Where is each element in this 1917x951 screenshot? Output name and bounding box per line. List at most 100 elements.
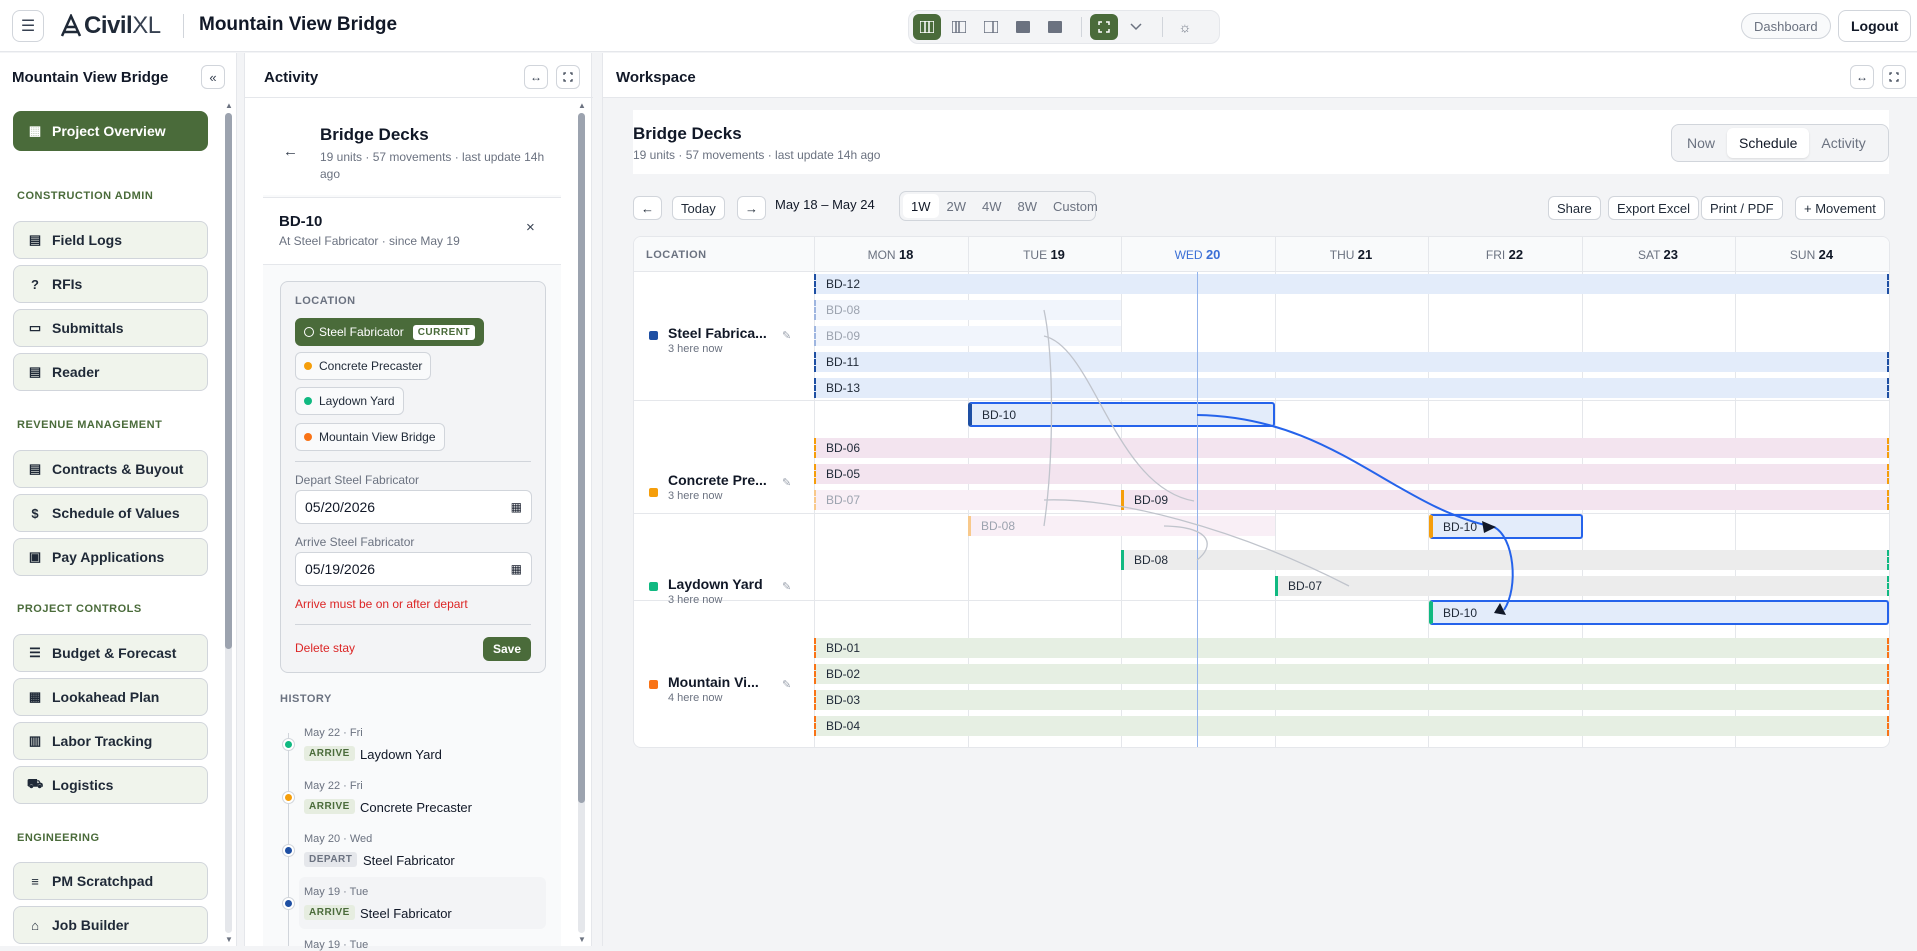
- sidebar-item-schedule-of-values[interactable]: $ Schedule of Values: [13, 494, 208, 532]
- columns-icon: [920, 21, 934, 33]
- arrive-date-input[interactable]: 05/19/2026 ▦: [295, 552, 532, 586]
- scroll-down-icon[interactable]: ▼: [578, 935, 586, 944]
- resize-horizontal-icon: ↔: [1856, 70, 1868, 84]
- chip-label: Concrete Precaster: [319, 359, 423, 373]
- theme-toggle-button[interactable]: ☼: [1171, 14, 1199, 40]
- sidebar-item-rfis[interactable]: ? RFIs: [13, 265, 208, 303]
- location-chip-mountain-view-bridge[interactable]: Mountain View Bridge: [295, 423, 445, 451]
- sidebar-item-field-logs[interactable]: ▤ Field Logs: [13, 221, 208, 259]
- section-project-controls: PROJECT CONTROLS: [17, 603, 142, 615]
- clipboard-icon: ▤: [28, 232, 42, 247]
- share-button[interactable]: Share: [1548, 196, 1601, 220]
- location-chip-laydown-yard[interactable]: Laydown Yard: [295, 387, 404, 415]
- sidebar-item-label: Field Logs: [52, 232, 122, 248]
- scroll-down-icon[interactable]: ▼: [225, 935, 233, 944]
- activity-scrollbar[interactable]: ▲ ▼: [577, 101, 586, 946]
- logout-button[interactable]: Logout: [1838, 10, 1912, 42]
- sidebar-item-label: Schedule of Values: [52, 505, 180, 521]
- range-custom-button[interactable]: Custom: [1045, 194, 1106, 218]
- today-button[interactable]: Today: [672, 196, 725, 220]
- save-button[interactable]: Save: [483, 637, 531, 661]
- layout-two-pane-button[interactable]: [945, 14, 973, 40]
- section-revenue-management: REVENUE MANAGEMENT: [17, 419, 163, 431]
- calendar-icon[interactable]: ▦: [511, 500, 522, 514]
- history-item-selected[interactable]: [299, 877, 546, 929]
- activity-expand-button[interactable]: [556, 65, 580, 89]
- close-icon[interactable]: ×: [526, 219, 535, 236]
- workspace-title: Workspace: [616, 69, 696, 86]
- scroll-up-icon[interactable]: ▲: [225, 101, 233, 110]
- view-schedule-tab[interactable]: Schedule: [1727, 128, 1810, 158]
- brand-suffix: XL: [132, 12, 161, 39]
- back-arrow-icon[interactable]: ←: [283, 143, 298, 160]
- sidebar-item-pay-applications[interactable]: ▣ Pay Applications: [13, 538, 208, 576]
- menu-icon: ☰: [20, 18, 36, 35]
- document-icon: ▤: [28, 364, 42, 379]
- scroll-thumb[interactable]: [225, 113, 232, 649]
- sidebar-item-logistics[interactable]: ⛟ Logistics: [13, 766, 208, 804]
- radio-icon: [304, 327, 314, 337]
- arrow-left-icon: ←: [641, 200, 654, 216]
- add-movement-button[interactable]: + Movement: [1795, 196, 1885, 220]
- next-range-button[interactable]: →: [737, 196, 766, 220]
- arrive-label: Arrive Steel Fabricator: [295, 535, 415, 549]
- hamburger-menu-button[interactable]: ☰: [12, 10, 44, 42]
- calendar-icon[interactable]: ▦: [511, 562, 522, 576]
- layout-split-button[interactable]: [977, 14, 1005, 40]
- scroll-thumb[interactable]: [578, 113, 585, 803]
- fullscreen-button[interactable]: [1090, 14, 1118, 40]
- sidebar-item-submittals[interactable]: ▭ Submittals: [13, 309, 208, 347]
- history-label: HISTORY: [280, 693, 332, 705]
- layout-single-button[interactable]: [1009, 14, 1037, 40]
- scroll-up-icon[interactable]: ▲: [578, 101, 586, 110]
- sun-icon: ☼: [1178, 19, 1192, 35]
- view-now-tab[interactable]: Now: [1675, 128, 1727, 158]
- history-timeline-line: [288, 733, 289, 946]
- prev-range-button[interactable]: ←: [633, 196, 662, 220]
- print-pdf-button[interactable]: Print / PDF: [1701, 196, 1783, 220]
- sidebar-item-project-overview[interactable]: ▦ Project Overview: [13, 111, 208, 151]
- sidebar-scrollbar[interactable]: ▲ ▼: [224, 101, 233, 946]
- sidebar-item-budget-forecast[interactable]: ☰ Budget & Forecast: [13, 634, 208, 672]
- sidebar-item-pm-scratchpad[interactable]: ≡ PM Scratchpad: [13, 862, 208, 900]
- sidebar-item-label: Pay Applications: [52, 549, 165, 565]
- sidebar-item-reader[interactable]: ▤ Reader: [13, 353, 208, 391]
- layout-three-pane-button[interactable]: [913, 14, 941, 40]
- depart-date-input[interactable]: 05/20/2026 ▦: [295, 490, 532, 524]
- range-4w-button[interactable]: 4W: [974, 194, 1010, 218]
- history-place: Steel Fabricator: [363, 853, 455, 868]
- list-icon: ☰: [29, 645, 41, 660]
- workspace-expand-button[interactable]: [1882, 65, 1906, 89]
- location-label: LOCATION: [295, 295, 356, 307]
- movement-arrow-bd-08: [1043, 309, 1053, 527]
- view-activity-tab[interactable]: Activity: [1809, 128, 1877, 158]
- range-2w-button[interactable]: 2W: [939, 194, 975, 218]
- range-1w-button[interactable]: 1W: [903, 194, 939, 218]
- history-place: Concrete Precaster: [360, 800, 472, 815]
- sidebar-item-contracts[interactable]: ▤ Contracts & Buyout: [13, 450, 208, 488]
- sidebar-item-lookahead-plan[interactable]: ▦ Lookahead Plan: [13, 678, 208, 716]
- range-8w-button[interactable]: 8W: [1010, 194, 1046, 218]
- layout-full-button[interactable]: [1041, 14, 1069, 40]
- sidebar-collapse-button[interactable]: «: [201, 65, 225, 89]
- sidebar-item-job-builder[interactable]: ⌂ Job Builder: [13, 906, 208, 944]
- export-excel-button[interactable]: Export Excel: [1608, 196, 1699, 220]
- history-date: May 22 · Fri: [304, 727, 363, 739]
- toolbar-divider: [1162, 17, 1163, 37]
- delete-stay-link[interactable]: Delete stay: [295, 641, 355, 655]
- range-selector: 1W 2W 4W 8W Custom: [899, 191, 1098, 221]
- group-title: Bridge Decks: [320, 125, 429, 144]
- layout-dropdown-button[interactable]: [1122, 14, 1150, 40]
- section-construction-admin: CONSTRUCTION ADMIN: [17, 190, 154, 202]
- brand-logo[interactable]: Civil XL: [60, 12, 161, 40]
- workspace-resize-button[interactable]: ↔: [1850, 65, 1874, 89]
- builder-icon: ⌂: [31, 917, 39, 933]
- location-chip-steel-fabricator[interactable]: Steel Fabricator CURRENT: [295, 318, 485, 346]
- sidebar-item-labor-tracking[interactable]: ▥ Labor Tracking: [13, 722, 208, 760]
- dashboard-button[interactable]: Dashboard: [1741, 13, 1831, 39]
- activity-resize-button[interactable]: ↔: [524, 65, 548, 89]
- view-switcher: Now Schedule Activity: [1671, 124, 1889, 162]
- unit-name: BD-10: [279, 213, 323, 230]
- location-chip-concrete-precaster[interactable]: Concrete Precaster: [295, 352, 432, 380]
- movement-arrow-bd-08-laydown: [1163, 525, 1208, 561]
